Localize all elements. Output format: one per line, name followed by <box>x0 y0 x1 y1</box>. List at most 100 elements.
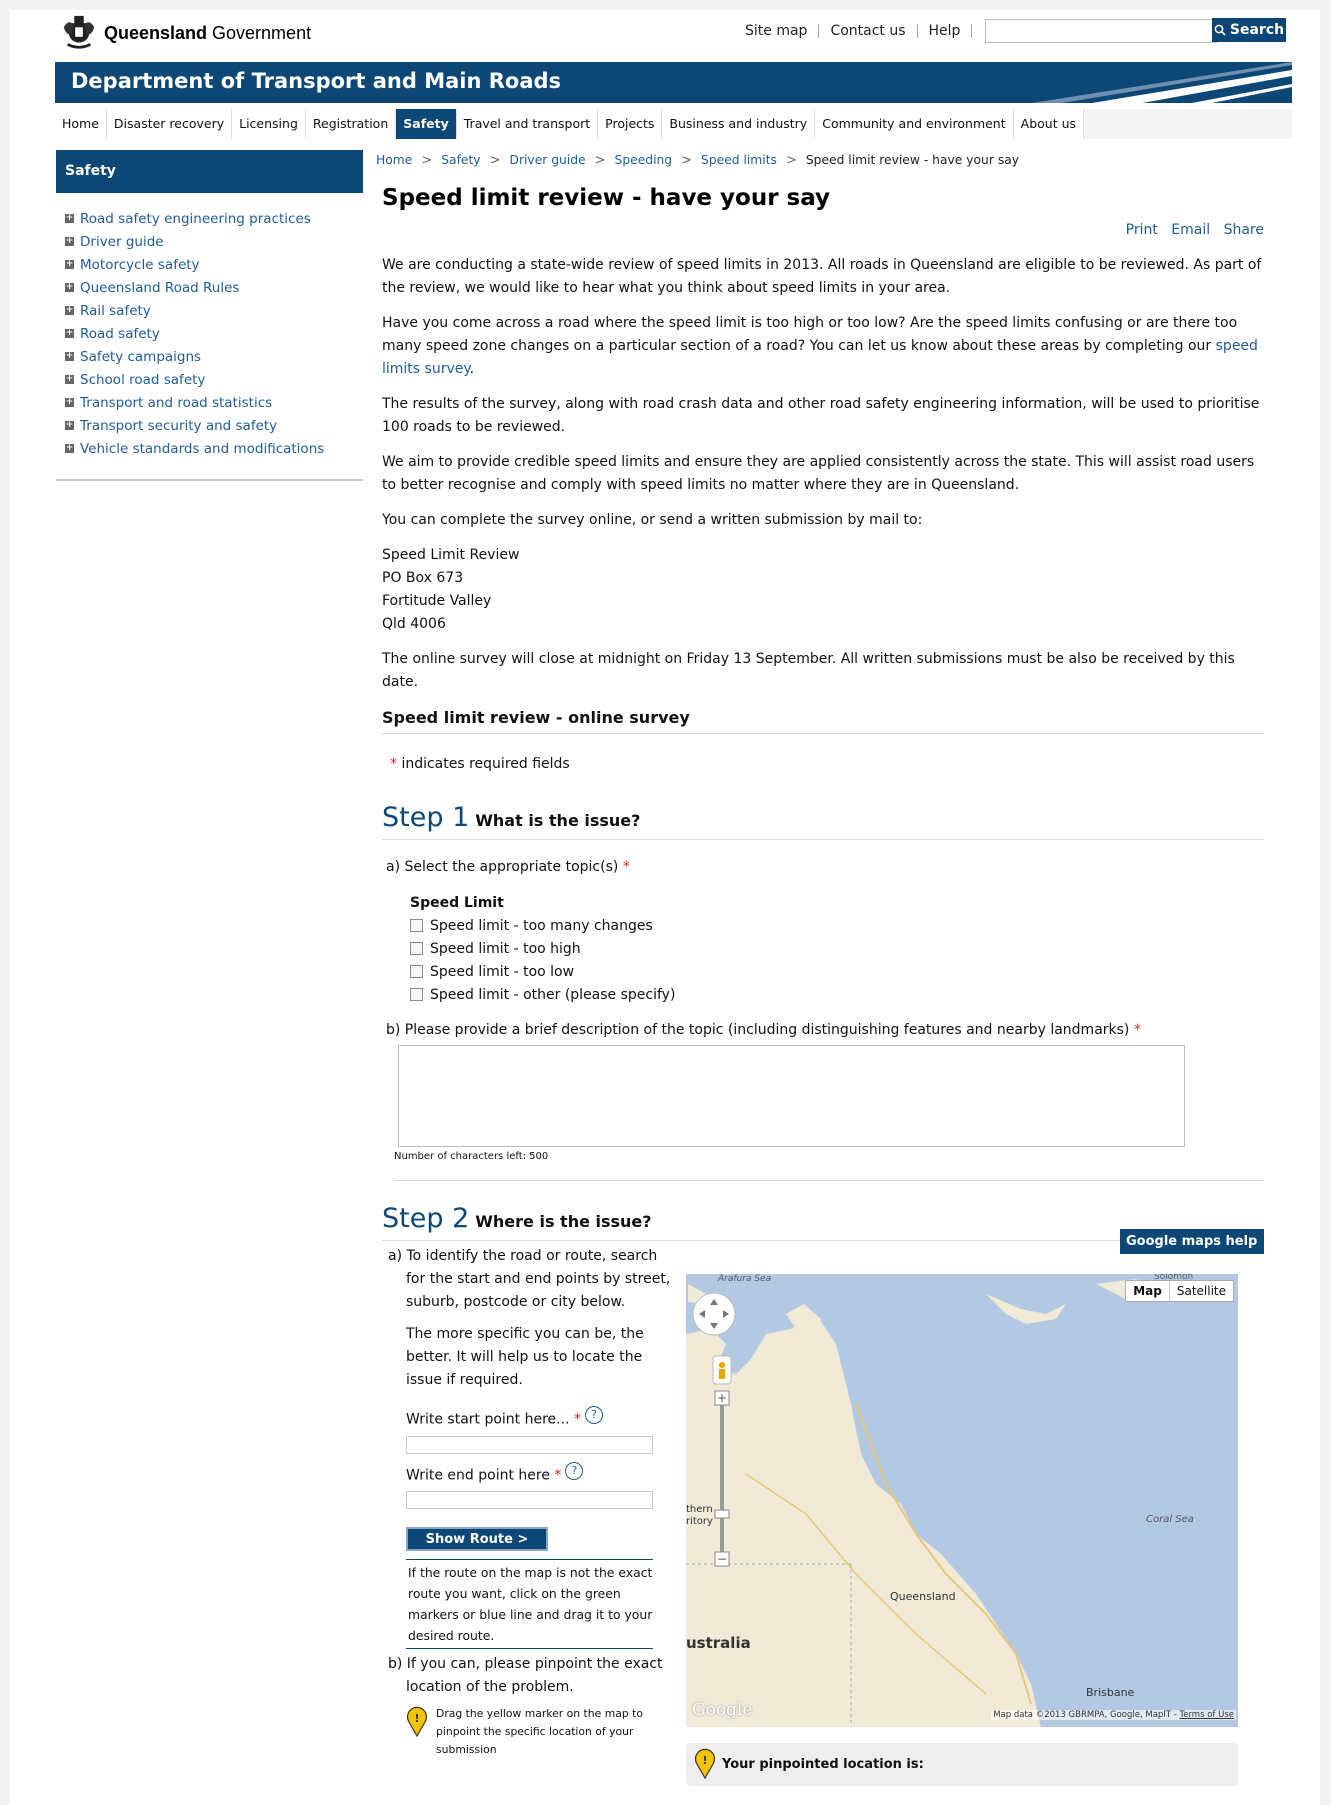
checkbox-too-high[interactable]: Speed limit - too high <box>410 937 1264 960</box>
map-label-arafura-sea: Arafura Sea <box>718 1274 772 1284</box>
step-1-heading: Step 1 What is the issue? <box>382 802 1264 840</box>
expand-plus-icon[interactable]: + <box>65 398 74 407</box>
main-nav: Home Disaster recovery Licensing Registr… <box>55 109 1292 139</box>
contact-us-link[interactable]: Contact us <box>830 23 905 39</box>
google-map[interactable]: + − Arafura Sea Solomon Coral Sea Queens… <box>686 1274 1238 1727</box>
search-button-label: Search <box>1229 22 1285 38</box>
sidebar-item-road-rules[interactable]: + Queensland Road Rules <box>56 276 363 299</box>
topic-question: a) Select the appropriate topic(s) * <box>386 859 630 875</box>
nav-community-and-environment[interactable]: Community and environment <box>815 109 1014 139</box>
checkbox-too-many-changes[interactable]: Speed limit - too many changes <box>410 914 1264 937</box>
utility-nav: Site map Contact us Help <box>745 23 983 39</box>
checkbox-other[interactable]: Speed limit - other (please specify) <box>410 983 1264 1006</box>
brand-bold: Queensland <box>104 22 208 43</box>
sidebar-item-vehicle-standards[interactable]: + Vehicle standards and modifications <box>56 437 363 460</box>
map-label-australia: ustralia <box>686 1634 751 1652</box>
sidebar: Safety + Road safety engineering practice… <box>56 150 363 481</box>
site-map-link[interactable]: Site map <box>745 23 807 39</box>
sidebar-item-road-safety[interactable]: + Road safety <box>56 322 363 345</box>
nav-home[interactable]: Home <box>55 109 107 139</box>
expand-plus-icon[interactable]: + <box>65 352 74 361</box>
nav-licensing[interactable]: Licensing <box>232 109 306 139</box>
description-textarea[interactable] <box>398 1045 1185 1147</box>
department-banner: Department of Transport and Main Roads <box>55 62 1292 103</box>
sidebar-item-safety-campaigns[interactable]: + Safety campaigns <box>56 345 363 368</box>
breadcrumb-speed-limits[interactable]: Speed limits <box>701 153 777 167</box>
expand-plus-icon[interactable]: + <box>65 260 74 269</box>
svg-text:!: ! <box>414 1712 419 1725</box>
map-type-map-button[interactable]: Map <box>1126 1281 1170 1301</box>
breadcrumb-current: Speed limit review - have your say <box>805 153 1020 167</box>
end-point-input[interactable] <box>406 1491 653 1510</box>
sidebar-item-school-road-safety[interactable]: + School road safety <box>56 368 363 391</box>
sidebar-item-statistics[interactable]: + Transport and road statistics <box>56 391 363 414</box>
start-point-input[interactable] <box>406 1435 653 1454</box>
divider <box>916 24 918 38</box>
group-label: Speed Limit <box>410 895 504 911</box>
sidebar-item-road-safety-engineering[interactable]: + Road safety engineering practices <box>56 207 363 230</box>
expand-plus-icon[interactable]: + <box>65 237 74 246</box>
nav-travel-and-transport[interactable]: Travel and transport <box>456 109 599 139</box>
nav-registration[interactable]: Registration <box>305 109 397 139</box>
expand-plus-icon[interactable]: + <box>65 444 74 453</box>
breadcrumb-speeding[interactable]: Speeding <box>615 153 673 167</box>
google-logo[interactable]: Google <box>692 1700 752 1720</box>
department-title: Department of Transport and Main Roads <box>71 69 562 93</box>
map-attribution: Map data ©2013 GBRMPA, Google, MapIT - T… <box>991 1710 1236 1720</box>
terms-of-use-link[interactable]: Terms of Use <box>1179 1710 1234 1720</box>
nav-business-and-industry[interactable]: Business and industry <box>662 109 816 139</box>
help-question-icon[interactable]: ? <box>565 1461 584 1480</box>
route-hint: If the route on the map is not the exact… <box>406 1559 653 1650</box>
nav-safety[interactable]: Safety <box>396 109 457 139</box>
checkbox[interactable] <box>410 942 423 955</box>
nav-projects[interactable]: Projects <box>598 109 663 139</box>
map-canvas[interactable]: + − <box>686 1274 1238 1727</box>
qld-gov-logo[interactable]: Queensland Government <box>60 14 311 52</box>
yellow-marker-icon: ! <box>694 1748 716 1779</box>
topic-checkbox-group: Speed Limit Speed limit - too many chang… <box>410 895 1264 1006</box>
required-asterisk: * <box>390 756 397 772</box>
help-link[interactable]: Help <box>929 23 961 39</box>
checkbox[interactable] <box>410 988 423 1001</box>
sidebar-item-motorcycle-safety[interactable]: + Motorcycle safety <box>56 253 363 276</box>
map-label-territory: thern ritory <box>686 1504 713 1527</box>
nav-disaster-recovery[interactable]: Disaster recovery <box>106 109 233 139</box>
divider <box>971 24 973 38</box>
page-tools: Print Email Share <box>376 222 1264 238</box>
page-title: Speed limit review - have your say <box>382 185 831 211</box>
show-route-button[interactable]: Show Route > <box>406 1527 548 1552</box>
checkbox[interactable] <box>410 919 423 932</box>
expand-plus-icon[interactable]: + <box>65 375 74 384</box>
breadcrumb-home[interactable]: Home <box>376 153 412 167</box>
start-point-label: Write start point here... *? <box>406 1406 676 1432</box>
description-question: b) Please provide a brief description of… <box>386 1022 1141 1038</box>
expand-plus-icon[interactable]: + <box>65 306 74 315</box>
expand-plus-icon[interactable]: + <box>65 214 74 223</box>
pinpoint-instructions: b) If you can, please pinpoint the exact… <box>388 1656 663 1696</box>
expand-plus-icon[interactable]: + <box>65 283 74 292</box>
breadcrumb-safety[interactable]: Safety <box>441 153 480 167</box>
help-question-icon[interactable]: ? <box>584 1406 603 1424</box>
map-type-satellite-button[interactable]: Satellite <box>1170 1281 1233 1301</box>
nav-about-us[interactable]: About us <box>1013 109 1085 139</box>
search-input[interactable] <box>985 19 1217 43</box>
chevron-right-icon: > <box>594 152 606 168</box>
expand-plus-icon[interactable]: + <box>65 421 74 430</box>
share-link[interactable]: Share <box>1224 222 1264 238</box>
sidebar-item-rail-safety[interactable]: + Rail safety <box>56 299 363 322</box>
print-link[interactable]: Print <box>1126 222 1158 238</box>
expand-plus-icon[interactable]: + <box>65 329 74 338</box>
email-link[interactable]: Email <box>1171 222 1210 238</box>
page: Queensland Government Site map Contact u… <box>0 0 1331 1805</box>
sidebar-item-transport-security[interactable]: + Transport security and safety <box>56 414 363 437</box>
coat-of-arms-icon <box>63 15 95 49</box>
checkbox-too-low[interactable]: Speed limit - too low <box>410 960 1264 983</box>
pinpointed-location-label: Your pinpointed location is: <box>722 1757 924 1772</box>
sidebar-item-driver-guide[interactable]: + Driver guide <box>56 230 363 253</box>
google-maps-help-button[interactable]: Google maps help <box>1120 1229 1264 1254</box>
checkbox[interactable] <box>410 965 423 978</box>
breadcrumb-driver-guide[interactable]: Driver guide <box>509 153 585 167</box>
search-button[interactable]: Search <box>1212 18 1286 42</box>
pinpointed-location-box: ! Your pinpointed location is: <box>686 1743 1238 1786</box>
svg-text:!: ! <box>702 1754 707 1767</box>
